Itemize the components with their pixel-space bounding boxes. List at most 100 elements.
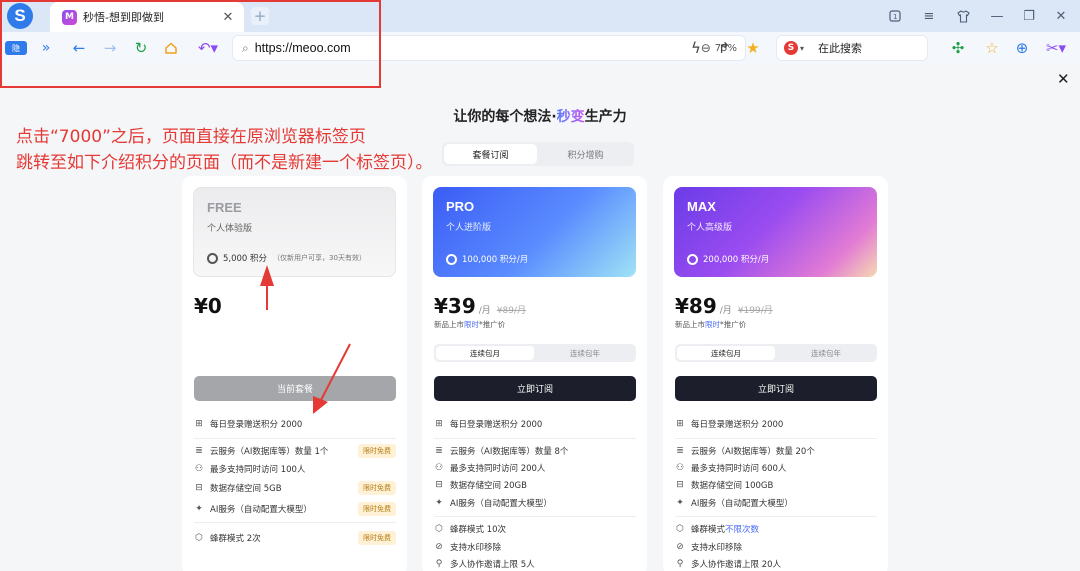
browser-logo-icon[interactable]: S: [7, 3, 33, 29]
feature-item: ⚇ 最多支持同时访问 600人: [675, 460, 877, 476]
price-currency: ¥: [434, 294, 448, 318]
feature-text: 蜂群模式 10次: [450, 525, 507, 535]
ai-sparkle-icon: ✦: [435, 498, 443, 508]
tab-subscription[interactable]: 套餐订阅: [444, 144, 537, 164]
search-input[interactable]: 在此搜索: [818, 40, 862, 56]
price-value: 39: [447, 294, 476, 318]
expand-icon[interactable]: »: [36, 38, 56, 58]
limited-free-badge: 限时免费: [358, 531, 396, 545]
feature-item: ⊘ 支持水印移除: [675, 539, 877, 555]
tab-credit-purchase[interactable]: 积分增购: [539, 144, 632, 164]
database-icon: ≣: [435, 446, 443, 456]
address-bar[interactable]: ⌕ https://meoo.com ⊖ 75%: [232, 35, 746, 61]
feature-item: ⚇ 最多支持同时访问 100人: [194, 461, 396, 477]
feature-text: 每日登录赠送积分 2000: [450, 420, 543, 430]
period-yearly[interactable]: 连续包年: [777, 346, 875, 360]
mode-switch-icon[interactable]: 隐: [5, 41, 27, 55]
feature-text: 支持水印移除: [450, 543, 502, 553]
cut-tools-icon[interactable]: ✂▾: [1044, 38, 1068, 58]
eye-off-icon: ⊘: [676, 542, 684, 552]
user-add-icon: ⚲: [435, 559, 443, 569]
plan-card-max: MAX 个人高级版 200,000 积分/月 ¥89/月 ¥199/月 新品上市限…: [663, 176, 888, 571]
gift-icon: ⊞: [435, 419, 443, 429]
period-yearly[interactable]: 连续包年: [536, 346, 634, 360]
coin-icon: [207, 252, 218, 264]
menu-icon[interactable]: ≡: [918, 6, 940, 26]
gift-icon: ⊞: [676, 419, 684, 429]
browser-chrome: S M 秒悟-想到即做到 ✕ + 1 ≡ — ❐ ✕ 隐 » ← → ↻ ↶▾ …: [0, 0, 1080, 64]
close-window-icon[interactable]: ✕: [1050, 6, 1072, 26]
home-icon[interactable]: [161, 38, 181, 58]
promo-highlight: 限时: [705, 320, 720, 329]
users-icon: ⚇: [675, 463, 685, 473]
extension-puzzle-icon[interactable]: ✣: [948, 38, 968, 58]
period-monthly[interactable]: 连续包月: [677, 346, 775, 360]
feature-text: 支持水印移除: [691, 543, 743, 553]
feature-text: 最多支持同时访问 100人: [210, 465, 306, 475]
search-engine-icon[interactable]: S: [784, 41, 798, 55]
search-box[interactable]: S ▾ 在此搜索: [776, 35, 928, 61]
plan-subtitle: 个人高级版: [687, 223, 733, 233]
minimize-icon[interactable]: —: [986, 6, 1008, 26]
feature-highlight: 不限次数: [725, 525, 760, 535]
hexagon-icon: ⬡: [676, 524, 684, 534]
feature-item: ⊞ 每日登录赠送积分 2000: [194, 416, 396, 432]
divider: [675, 438, 877, 439]
promo-prefix: 新品上市: [434, 320, 464, 329]
restore-icon[interactable]: ❐: [1018, 6, 1040, 26]
feature-text: 每日登录赠送积分 2000: [210, 420, 303, 430]
feature-text: 云服务（AI数据库等）数量 20个: [691, 447, 815, 457]
site-favicon-icon: M: [62, 9, 77, 25]
new-tab-button[interactable]: +: [251, 7, 269, 25]
plan-price: ¥39/月 ¥89/月: [434, 294, 526, 318]
ai-sparkle-icon: ✦: [195, 504, 203, 514]
current-plan-button[interactable]: 当前套餐: [194, 376, 396, 401]
close-icon[interactable]: ✕: [1057, 70, 1070, 88]
price-unit: /月: [719, 306, 732, 316]
feature-item: ⊞ 每日登录赠送积分 2000: [434, 416, 636, 432]
feature-item: ⊟ 数据存储空间 5GB 限时免费: [194, 480, 396, 496]
tab-bar: S M 秒悟-想到即做到 ✕ + 1 ≡ — ❐ ✕: [0, 0, 1080, 32]
back-icon[interactable]: ←: [69, 38, 89, 58]
address-text[interactable]: https://meoo.com: [255, 41, 701, 55]
period-monthly[interactable]: 连续包月: [436, 346, 534, 360]
credits-text: 100,000 积分/月: [462, 255, 529, 265]
price-currency: ¥: [194, 294, 208, 318]
tab-close-icon[interactable]: ✕: [220, 9, 236, 25]
lightning-icon[interactable]: ϟ: [686, 38, 706, 58]
divider: [194, 522, 396, 523]
feature-text: 蜂群模式 2次: [210, 534, 261, 544]
promo-suffix: *推广价: [479, 320, 506, 329]
favorite-star-icon[interactable]: ★: [743, 38, 763, 58]
plan-credits: 200,000 积分/月: [687, 253, 769, 265]
divider: [434, 516, 636, 517]
users-icon: ⚇: [434, 463, 444, 473]
feature-item: ≣ 云服务（AI数据库等）数量 1个 限时免费: [194, 443, 396, 459]
billing-period-toggle: 连续包月 连续包年: [675, 344, 877, 362]
share-icon[interactable]: ↱: [714, 38, 734, 58]
feature-text: 云服务（AI数据库等）数量 1个: [210, 447, 329, 457]
subscribe-button[interactable]: 立即订阅: [434, 376, 636, 401]
undo-dropdown-icon[interactable]: ↶▾: [195, 38, 221, 58]
feature-text: 最多支持同时访问 200人: [450, 464, 546, 474]
feature-item: ⬡ 蜂群模式 2次 限时免费: [194, 530, 396, 546]
storage-icon: ⊟: [676, 480, 684, 490]
coin-icon: [687, 253, 698, 265]
forward-icon[interactable]: →: [100, 38, 120, 58]
ai-sparkle-icon: ✦: [676, 498, 684, 508]
bookmark-star-icon[interactable]: ☆: [982, 38, 1002, 58]
plan-price: ¥0: [194, 294, 222, 318]
skin-shirt-icon[interactable]: [952, 6, 974, 26]
sidebar-toggle-icon[interactable]: 1: [884, 6, 906, 26]
refresh-icon[interactable]: ↻: [131, 38, 151, 58]
subscribe-button[interactable]: 立即订阅: [675, 376, 877, 401]
promo-highlight: 限时: [464, 320, 479, 329]
promo-text: 新品上市限时*推广价: [434, 319, 505, 330]
headline-accent: 秒变: [556, 109, 585, 125]
plan-banner: MAX 个人高级版 200,000 积分/月: [674, 187, 877, 277]
download-icon[interactable]: ⊕: [1012, 38, 1032, 58]
chevron-down-icon[interactable]: ▾: [800, 44, 804, 53]
tab-active[interactable]: M 秒悟-想到即做到 ✕: [50, 2, 244, 32]
plan-price: ¥89/月 ¥199/月: [675, 294, 773, 318]
limited-free-badge: 限时免费: [358, 502, 396, 516]
